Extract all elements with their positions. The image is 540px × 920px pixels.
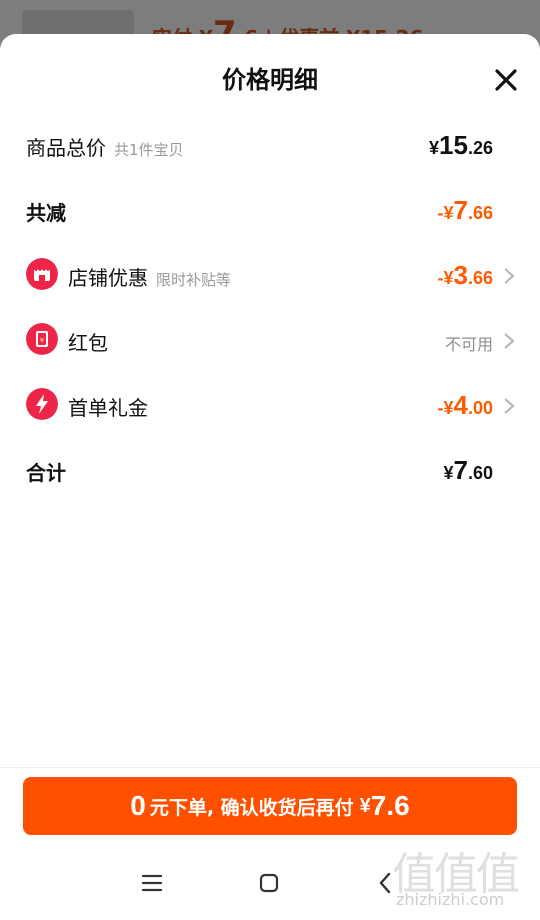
watermark-url: zhizhizhi.com — [396, 890, 505, 909]
value-dec: .00 — [467, 398, 493, 418]
red-packet-label: 红包 — [68, 331, 108, 355]
currency-symbol: -¥ — [437, 268, 454, 288]
value-int: 4 — [453, 390, 468, 420]
value-int: 15 — [439, 130, 468, 160]
home-icon[interactable] — [258, 872, 280, 894]
chevron-right-icon — [504, 333, 515, 349]
currency-symbol: -¥ — [437, 203, 454, 223]
currency-symbol: ¥ — [429, 138, 440, 158]
store-discount-note: 限时补贴等 — [156, 271, 232, 289]
svg-text:¥: ¥ — [40, 337, 45, 345]
value-int: 7 — [453, 455, 468, 485]
row-label-wrap: 商品总价 共1件宝贝 — [26, 132, 184, 161]
goods-count: 共1件宝贝 — [114, 141, 184, 159]
total-discount-value: -¥7.66 — [437, 195, 493, 226]
sheet-title: 价格明细 — [222, 66, 318, 94]
currency-symbol: ¥ — [443, 463, 454, 483]
store-discount-value: -¥3.66 — [437, 260, 493, 291]
lightning-icon — [26, 388, 58, 420]
cta-zero: 0 — [130, 790, 146, 821]
value-dec: .26 — [467, 138, 493, 158]
total-discount-label: 共减 — [26, 201, 66, 225]
store-discount-label: 店铺优惠 — [68, 266, 148, 290]
row-store-discount[interactable]: 店铺优惠 限时补贴等 -¥3.66 — [26, 254, 520, 298]
row-first-order-gift[interactable]: 首单礼金 -¥4.00 — [26, 384, 520, 428]
value-int: 7 — [453, 195, 468, 225]
red-packet-status: 不可用 — [444, 335, 493, 354]
price-detail-sheet: 价格明细 商品总价 共1件宝贝 ¥15.26 共减 -¥7.66 店铺优惠 限时补贴… — [0, 34, 540, 920]
close-icon[interactable] — [490, 64, 522, 96]
red-packet-icon: ¥ — [26, 323, 58, 355]
row-label-wrap: 店铺优惠 限时补贴等 — [68, 262, 231, 291]
place-order-button[interactable]: 0 元下单, 确认收货后再付 ¥7.6 — [23, 777, 517, 835]
value-dec: .60 — [467, 463, 493, 483]
value-dec: .66 — [467, 203, 493, 223]
watermark: 值值值 zhizhizhi.com — [392, 838, 532, 916]
row-grand-total: 合计 ¥7.60 — [26, 449, 520, 493]
row-total-discount: 共减 -¥7.66 — [26, 189, 520, 233]
first-order-gift-value: -¥4.00 — [437, 390, 493, 421]
first-order-gift-label: 首单礼金 — [68, 396, 148, 420]
goods-total-label: 商品总价 — [26, 136, 106, 160]
chevron-right-icon — [504, 268, 515, 284]
currency-symbol: -¥ — [437, 398, 454, 418]
grand-total-value: ¥7.60 — [443, 455, 493, 486]
footer-divider — [0, 767, 540, 768]
value-int: 3 — [453, 260, 468, 290]
grand-total-label: 合计 — [26, 461, 66, 485]
store-icon — [26, 258, 58, 290]
goods-total-value: ¥15.26 — [429, 130, 493, 161]
value-dec: .66 — [467, 268, 493, 288]
chevron-right-icon — [504, 398, 515, 414]
cta-text: 元下单, 确认收货后再付 — [149, 796, 354, 819]
cta-amount: 7.6 — [370, 790, 410, 821]
row-goods-total: 商品总价 共1件宝贝 ¥15.26 — [26, 124, 520, 168]
menu-icon[interactable] — [140, 872, 164, 894]
row-red-packet[interactable]: ¥ 红包 不可用 — [26, 319, 520, 363]
cta-currency: ¥ — [359, 794, 371, 817]
